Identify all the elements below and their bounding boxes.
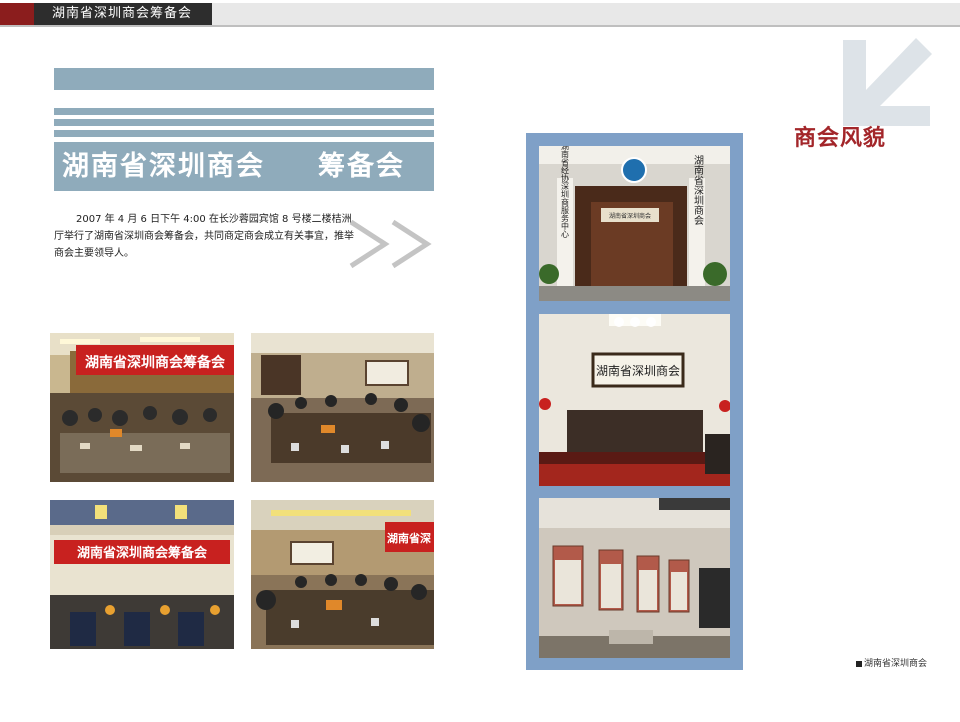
section-title: 商会风貌 <box>794 126 887 151</box>
header-accent <box>0 3 34 25</box>
photo-entrance: 湖南省深圳商会 湖南省经协深圳商服务中心 湖南省深圳商会 <box>539 146 730 301</box>
photo-meeting-banner-2: 湖南省深圳商会筹备会 <box>50 500 234 649</box>
decor-stripe <box>54 68 434 90</box>
footer: 湖南省深圳商会 <box>856 656 927 669</box>
footer-square-icon <box>856 660 862 667</box>
page-title: 湖南省深圳商会 <box>62 151 265 182</box>
photo-meeting-banner-1: 湖南省深圳商会筹备会 <box>50 333 234 482</box>
photo-reception: 湖南省深圳商会 <box>539 314 730 486</box>
svg-text:湖南省深: 湖南省深 <box>387 531 431 545</box>
banner-text: 湖南省深圳商会筹备会 <box>85 354 226 371</box>
footer-text: 湖南省深圳商会 <box>864 659 928 669</box>
double-chevron-icon <box>349 219 432 269</box>
intro-paragraph: 2007 年 4 月 6 日下午 4:00 在长沙蓉园宾馆 8 号楼二楼桔洲厅举… <box>54 214 354 259</box>
plaque-right: 湖南省深圳商会 <box>692 155 704 226</box>
svg-text:湖南省深圳商会: 湖南省深圳商会 <box>609 212 651 220</box>
arrow-down-left-icon <box>843 38 932 126</box>
header-title: 湖南省深圳商会筹备会 <box>52 6 193 21</box>
plaque-left: 湖南省经协深圳商服务中心 <box>561 146 570 238</box>
header-divider <box>0 25 960 27</box>
photo-meeting-room-2: 湖南省深 <box>251 500 434 649</box>
plaque-reception: 湖南省深圳商会 <box>596 363 680 378</box>
photo-gallery-wall <box>539 498 730 658</box>
decor-stripe <box>54 119 434 126</box>
banner-text: 湖南省深圳商会筹备会 <box>77 545 208 561</box>
photo-meeting-room-1 <box>251 333 434 482</box>
decor-stripe <box>54 130 434 137</box>
decor-stripe <box>54 108 434 115</box>
page-subtitle: 筹备会 <box>318 151 405 182</box>
header-bar <box>212 3 960 25</box>
